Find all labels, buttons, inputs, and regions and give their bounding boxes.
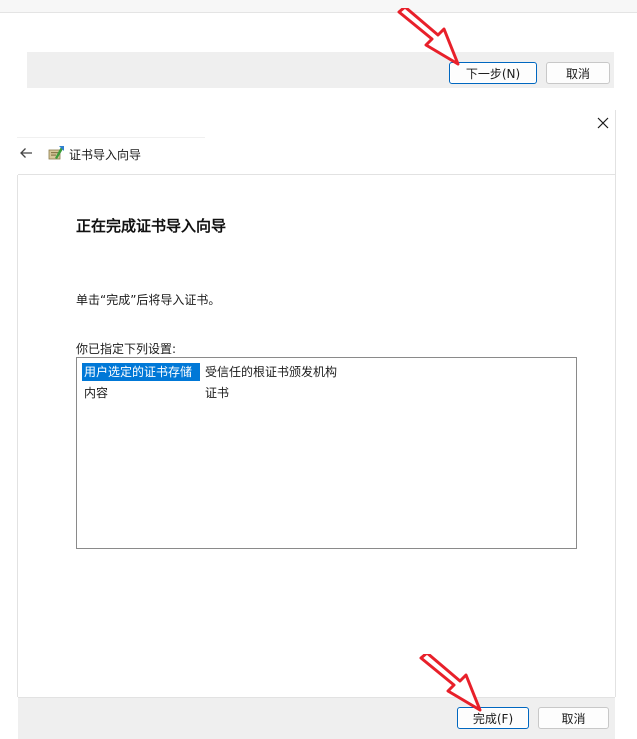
previous-wizard-footer: 下一步(N) 取消 — [27, 52, 614, 88]
top-cancel-button[interactable]: 取消 — [546, 62, 610, 84]
back-arrow-icon — [20, 148, 32, 158]
wizard-title: 证书导入向导 — [69, 148, 142, 162]
settings-label: 你已指定下列设置: — [76, 342, 177, 356]
close-button[interactable] — [590, 110, 616, 136]
close-icon — [597, 117, 609, 129]
screenshot-canvas: 下一步(N) 取消 证书导入向导 正在完成证书导入向导 单击“完成”后将导入证书… — [0, 0, 637, 739]
settings-value: 证书 — [205, 386, 230, 400]
settings-key: 用户选定的证书存储 — [82, 363, 200, 381]
wizard-footer: 完成(F) 取消 — [18, 697, 615, 739]
instruction-text: 单击“完成”后将导入证书。 — [76, 293, 221, 307]
cancel-button[interactable]: 取消 — [538, 707, 609, 729]
settings-row[interactable]: 内容 证书 — [82, 384, 229, 402]
window-border-left — [17, 175, 18, 697]
settings-value: 受信任的根证书颁发机构 — [205, 365, 338, 379]
back-button[interactable] — [14, 141, 38, 165]
next-button[interactable]: 下一步(N) — [449, 62, 537, 84]
settings-key: 内容 — [84, 386, 109, 400]
title-separator — [17, 137, 205, 138]
certificate-icon — [48, 146, 64, 160]
window-border-right — [615, 110, 616, 697]
settings-row[interactable]: 用户选定的证书存储 受信任的根证书颁发机构 — [82, 363, 337, 381]
settings-list[interactable]: 用户选定的证书存储 受信任的根证书颁发机构 内容 证书 — [76, 357, 577, 549]
previous-window-edge — [0, 0, 637, 13]
header-divider — [18, 174, 615, 175]
page-heading: 正在完成证书导入向导 — [76, 217, 227, 235]
finish-button[interactable]: 完成(F) — [457, 707, 529, 729]
